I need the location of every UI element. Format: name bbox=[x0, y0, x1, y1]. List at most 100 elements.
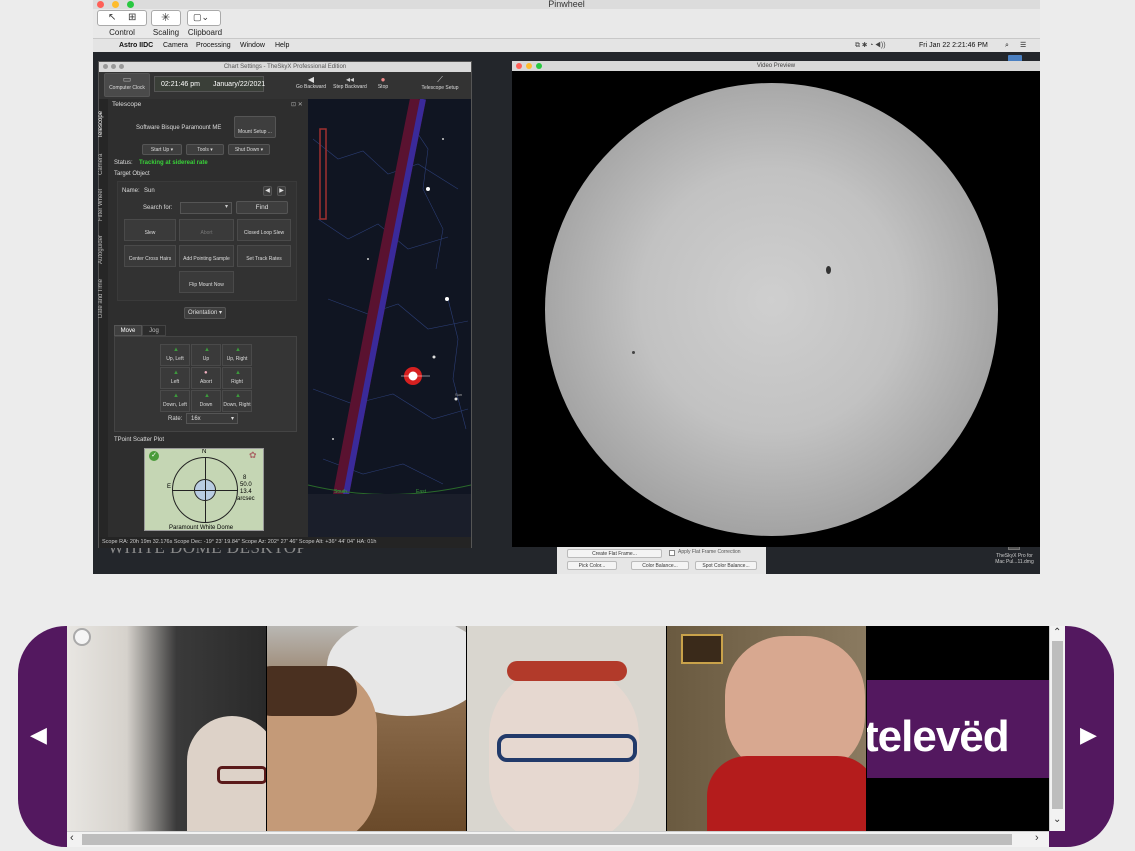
rate-select[interactable]: 16x ▾ bbox=[186, 413, 238, 424]
menu-help[interactable]: Help bbox=[275, 39, 289, 52]
participant-hair bbox=[267, 666, 357, 716]
tab-jog[interactable]: Jog bbox=[142, 325, 166, 336]
center-cross-hairs-button[interactable]: Center Cross Hairs bbox=[124, 245, 176, 267]
previous-target-button[interactable]: ◀ bbox=[263, 186, 272, 196]
scroll-left-icon[interactable]: ‹ bbox=[70, 832, 74, 844]
menu-camera[interactable]: Camera bbox=[163, 39, 188, 52]
menu-processing[interactable]: Processing bbox=[196, 39, 231, 52]
step-backward-label: Step Backward bbox=[333, 84, 367, 90]
close-icon[interactable] bbox=[103, 64, 108, 69]
move-button-up-right[interactable]: ▲ Up, Right bbox=[222, 344, 252, 366]
star bbox=[432, 355, 436, 359]
move-label: Down bbox=[199, 402, 213, 408]
apply-flat-checkbox[interactable] bbox=[669, 550, 675, 556]
sky-chart[interactable]: South East Sun bbox=[308, 99, 471, 537]
start-up-dropdown[interactable]: Start Up ▾ bbox=[142, 144, 182, 155]
theskyx-toolbar: ▭ Computer Clock 02:21:46 pm January/22/… bbox=[99, 72, 471, 99]
search-input[interactable]: ▾ bbox=[180, 202, 232, 214]
scroll-thumb[interactable] bbox=[1052, 641, 1063, 809]
create-flat-frame-label: Create Flat Frame... bbox=[592, 551, 637, 557]
add-pointing-sample-button[interactable]: Add Pointing Sample bbox=[179, 245, 234, 267]
direction-arrow-icon: ▲ bbox=[173, 370, 179, 376]
menu-window[interactable]: Window bbox=[240, 39, 265, 52]
step-backward-button[interactable]: ◂◂ Step Backward bbox=[332, 75, 368, 90]
abort-button[interactable]: Abort bbox=[179, 219, 234, 241]
notification-icon[interactable]: ☰ bbox=[1020, 39, 1026, 52]
participant-tile-2[interactable] bbox=[267, 626, 466, 831]
televed-logo: televëd bbox=[867, 712, 1010, 761]
closed-loop-slew-button[interactable]: Closed Loop Slew bbox=[237, 219, 291, 241]
move-button-down-left[interactable]: ▲ Down, Left bbox=[160, 390, 190, 412]
vertical-scrollbar[interactable]: ⌃ ⌄ bbox=[1049, 626, 1065, 831]
move-button-up[interactable]: ▲ Up bbox=[191, 344, 221, 366]
find-button[interactable]: Find bbox=[236, 201, 288, 214]
direction-arrow-icon: ▲ bbox=[204, 347, 210, 353]
previous-page-button[interactable]: ◀ bbox=[30, 722, 47, 748]
panel-pin-icon[interactable]: ⊡ ✕ bbox=[291, 101, 303, 108]
tools-label: Tools bbox=[197, 147, 209, 153]
tpoint-value-2: 50.0 bbox=[240, 482, 252, 488]
participant-tile-1[interactable] bbox=[67, 626, 266, 831]
participant-tile-4[interactable] bbox=[667, 626, 866, 831]
telescope-icon: ⟋ bbox=[437, 75, 443, 84]
ecliptic-band bbox=[335, 99, 426, 537]
slew-button[interactable]: Slew bbox=[124, 219, 176, 241]
move-button-right[interactable]: ▲ Right bbox=[222, 367, 252, 389]
wall-clock bbox=[73, 628, 91, 646]
flip-mount-now-button[interactable]: Flip Mount Now bbox=[179, 271, 234, 293]
move-button-abort[interactable]: ● Abort bbox=[191, 367, 221, 389]
move-label: Up bbox=[202, 356, 210, 362]
minimize-icon[interactable] bbox=[111, 64, 116, 69]
scroll-right-icon[interactable]: › bbox=[1035, 832, 1039, 844]
next-target-button[interactable]: ▶ bbox=[277, 186, 286, 196]
minimize-icon[interactable] bbox=[112, 1, 119, 8]
star bbox=[454, 397, 458, 401]
below-horizon bbox=[308, 494, 471, 537]
move-button-down-right[interactable]: ▲ Down, Right bbox=[222, 390, 252, 412]
find-label: Find bbox=[255, 204, 269, 211]
stop-button[interactable]: ● Stop bbox=[373, 75, 393, 90]
move-button-up-left[interactable]: ▲ Up, Left bbox=[160, 344, 190, 366]
color-balance-button[interactable]: Color Balance... bbox=[631, 561, 689, 570]
telescope-setup-button[interactable]: ⟋ Telescope Setup bbox=[417, 75, 463, 91]
spot-color-balance-button[interactable]: Spot Color Balance... bbox=[695, 561, 757, 570]
tools-dropdown[interactable]: Tools ▾ bbox=[186, 144, 224, 155]
shut-down-dropdown[interactable]: Shut Down ▾ bbox=[228, 144, 270, 155]
tab-move-label: Move bbox=[120, 328, 136, 334]
scroll-up-icon[interactable]: ⌃ bbox=[1053, 627, 1061, 638]
menu-app[interactable]: Astro IIDC bbox=[119, 39, 153, 52]
set-track-rates-button[interactable]: Set Track Rates bbox=[237, 245, 291, 267]
clipboard-button[interactable]: ▢⌄ bbox=[187, 10, 221, 26]
go-backward-button[interactable]: ◀ Go Backward bbox=[295, 75, 327, 90]
zoom-icon[interactable] bbox=[119, 64, 124, 69]
next-page-button[interactable]: ▶ bbox=[1080, 722, 1097, 748]
zoom-icon[interactable] bbox=[127, 1, 134, 8]
spotlight-icon[interactable]: ⌕ bbox=[1005, 39, 1009, 52]
date-time-display[interactable]: 02:21:46 pm January/22/2021 bbox=[154, 76, 266, 92]
horizontal-scrollbar[interactable]: ‹ › bbox=[67, 831, 1049, 847]
scroll-down-icon[interactable]: ⌄ bbox=[1053, 814, 1061, 825]
date-value: January/22/2021 bbox=[213, 81, 266, 88]
mount-name: Software Bisque Paramount ME bbox=[136, 125, 222, 131]
televed-tile[interactable]: televëd bbox=[867, 626, 1049, 831]
tab-move[interactable]: Move bbox=[114, 325, 142, 336]
minimize-icon[interactable] bbox=[526, 63, 532, 69]
menu-clock: Fri Jan 22 2:21:46 PM bbox=[919, 42, 988, 49]
hscroll-thumb[interactable] bbox=[82, 834, 1012, 845]
move-button-left[interactable]: ▲ Left bbox=[160, 367, 190, 389]
move-button-down[interactable]: ▲ Down bbox=[191, 390, 221, 412]
pick-color-button[interactable]: Pick Color... bbox=[567, 561, 617, 570]
mount-setup-button[interactable]: Mount Setup ... bbox=[234, 116, 276, 138]
control-button[interactable]: ↖ ⊞ bbox=[97, 10, 147, 26]
participant-tile-3[interactable] bbox=[467, 626, 666, 831]
move-grid: ▲ Up, Left ▲ Up ▲ Up, Right ▲ Left ● Abort ▲ Right ▲… bbox=[160, 344, 252, 412]
orientation-dropdown[interactable]: Orientation ▾ bbox=[184, 307, 226, 319]
zoom-icon[interactable] bbox=[536, 63, 542, 69]
computer-clock-button[interactable]: ▭ Computer Clock bbox=[104, 73, 150, 97]
close-icon[interactable] bbox=[97, 1, 104, 8]
tracking-status: Tracking at sidereal rate bbox=[139, 160, 208, 166]
create-flat-frame-button[interactable]: Create Flat Frame... bbox=[567, 549, 662, 558]
scaling-button[interactable]: ✳ bbox=[151, 10, 181, 26]
close-icon[interactable] bbox=[516, 63, 522, 69]
star bbox=[367, 258, 369, 260]
